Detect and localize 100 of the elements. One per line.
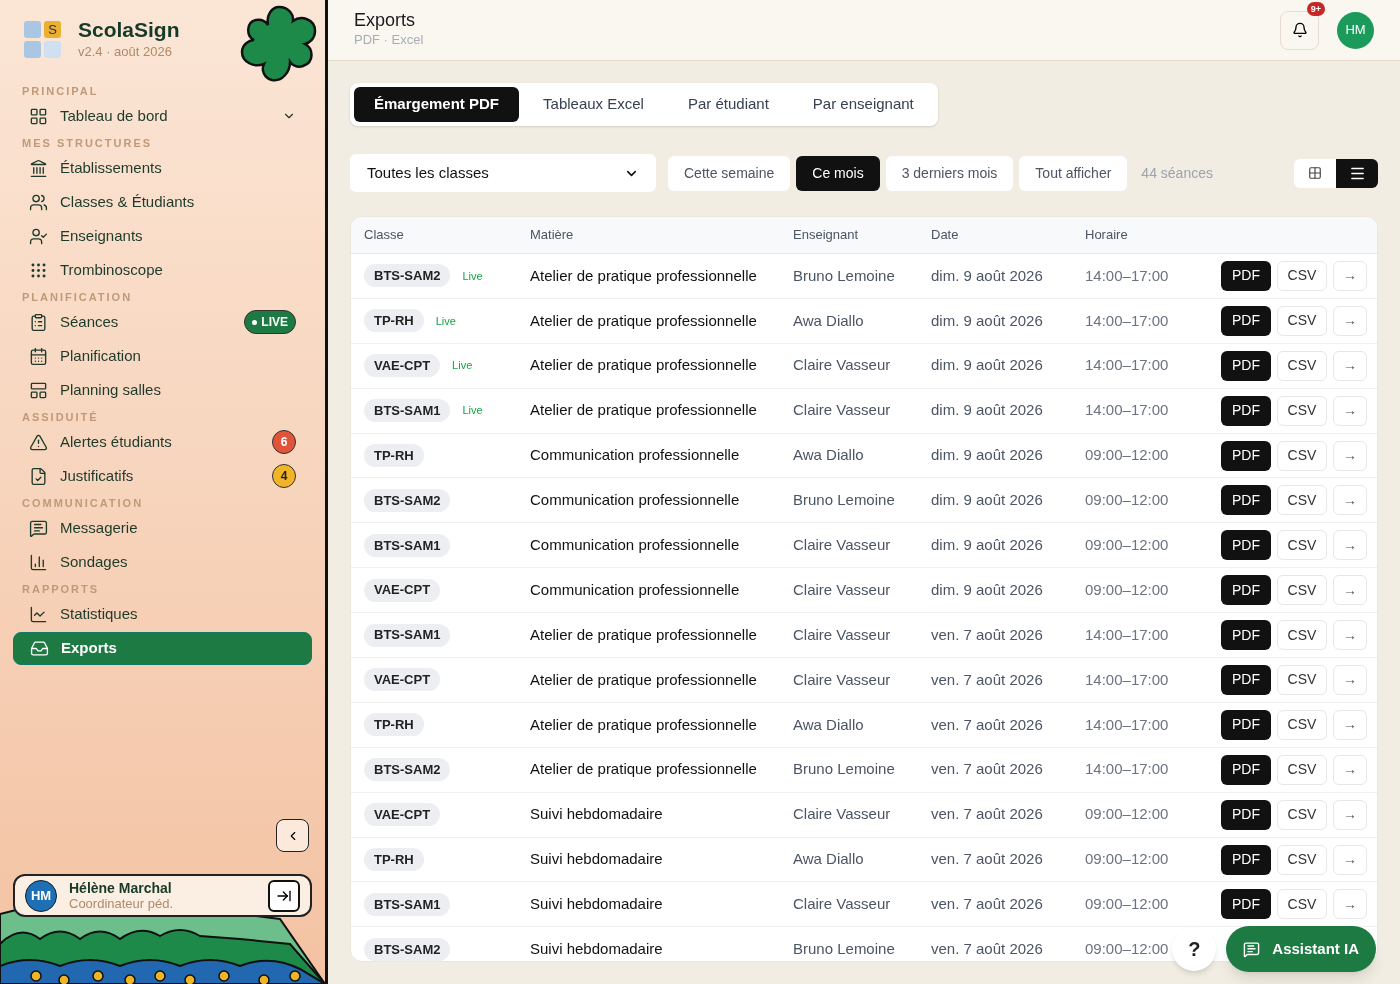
- pdf-button[interactable]: PDF: [1221, 305, 1271, 336]
- nav-label: Trombinoscope: [60, 259, 163, 280]
- nav-item[interactable]: Enseignants: [13, 219, 312, 253]
- table-cell-text: dim. 9 août 2026: [931, 400, 1043, 421]
- nav-item[interactable]: Établissements: [13, 151, 312, 185]
- table-cell-text: 14:00–17:00: [1085, 265, 1169, 286]
- nav-item[interactable]: Alertes étudiants 6: [13, 425, 312, 459]
- class-tag: BTS-SAM1: [364, 892, 451, 916]
- grid-view-button[interactable]: [1294, 158, 1336, 188]
- period-filter[interactable]: Cette semaine: [668, 155, 791, 191]
- nav-item[interactable]: Séances LIVE: [13, 305, 312, 339]
- open-button[interactable]: →: [1333, 620, 1367, 651]
- nav-item[interactable]: Planning salles: [13, 373, 312, 407]
- open-button[interactable]: →: [1333, 889, 1367, 920]
- table-cell-text: 09:00–12:00: [1085, 849, 1169, 870]
- csv-button[interactable]: CSV: [1277, 889, 1327, 920]
- csv-button[interactable]: CSV: [1277, 709, 1327, 740]
- pdf-button[interactable]: PDF: [1221, 754, 1271, 785]
- live-tag: Live: [462, 402, 483, 419]
- csv-button[interactable]: CSV: [1277, 620, 1327, 651]
- pdf-button[interactable]: PDF: [1221, 440, 1271, 471]
- table-cell-text: Communication professionnelle: [530, 445, 740, 466]
- csv-button[interactable]: CSV: [1277, 754, 1327, 785]
- nav-item[interactable]: Planification: [13, 339, 312, 373]
- table-cell-text: 14:00–17:00: [1085, 759, 1169, 780]
- csv-button[interactable]: CSV: [1277, 440, 1327, 471]
- nav-item[interactable]: Trombinoscope: [13, 253, 312, 287]
- pdf-button[interactable]: PDF: [1221, 709, 1271, 740]
- dots-icon: [29, 260, 48, 280]
- pdf-button[interactable]: PDF: [1221, 799, 1271, 830]
- csv-button[interactable]: CSV: [1277, 395, 1327, 426]
- list-view-button[interactable]: [1336, 158, 1378, 188]
- tab[interactable]: Par étudiant: [667, 87, 789, 122]
- nav-item[interactable]: Statistiques: [13, 597, 312, 631]
- table-cell-text: Claire Vasseur: [793, 669, 891, 690]
- nav-label: Tableau de bord: [60, 105, 168, 126]
- nav-label: Justificatifs: [60, 465, 134, 486]
- notifications-button[interactable]: [1280, 10, 1319, 50]
- period-filter[interactable]: 3 derniers mois: [885, 155, 1014, 191]
- nav-item[interactable]: Messagerie: [13, 511, 312, 545]
- open-button[interactable]: →: [1333, 844, 1367, 875]
- section-heading: RAPPORTS: [21, 581, 101, 597]
- open-button[interactable]: →: [1333, 350, 1367, 381]
- assistant-button[interactable]: Assistant IA: [1226, 926, 1376, 972]
- csv-button[interactable]: CSV: [1277, 844, 1327, 875]
- file-check-icon: [29, 466, 48, 486]
- collapse-button[interactable]: [276, 819, 309, 852]
- pdf-button[interactable]: PDF: [1221, 575, 1271, 606]
- line-chart-icon: [29, 604, 48, 624]
- pdf-button[interactable]: PDF: [1221, 350, 1271, 381]
- table-cell-text: 09:00–12:00: [1085, 939, 1169, 960]
- open-button[interactable]: →: [1333, 799, 1367, 830]
- avatar[interactable]: HM: [1337, 11, 1374, 49]
- pdf-button[interactable]: PDF: [1221, 530, 1271, 561]
- period-filter[interactable]: Ce mois: [796, 155, 880, 191]
- open-button[interactable]: →: [1333, 709, 1367, 740]
- class-select[interactable]: Toutes les classes: [350, 154, 656, 192]
- open-button[interactable]: →: [1333, 440, 1367, 471]
- pdf-button[interactable]: PDF: [1221, 664, 1271, 695]
- tab[interactable]: Émargement PDF: [354, 87, 520, 122]
- nav-item[interactable]: Justificatifs 4: [13, 459, 312, 493]
- csv-button[interactable]: CSV: [1277, 575, 1327, 606]
- open-button[interactable]: →: [1333, 260, 1367, 291]
- class-tag: VAE-CPT: [364, 668, 441, 692]
- table-cell-text: ven. 7 août 2026: [931, 804, 1043, 825]
- open-button[interactable]: →: [1333, 530, 1367, 561]
- nav-label: Sondages: [60, 551, 128, 572]
- pdf-button[interactable]: PDF: [1221, 485, 1271, 516]
- open-button[interactable]: →: [1333, 575, 1367, 606]
- open-button[interactable]: →: [1333, 664, 1367, 695]
- pdf-button[interactable]: PDF: [1221, 260, 1271, 291]
- tab[interactable]: Par enseignant: [792, 87, 934, 122]
- nav-item[interactable]: Tableau de bord: [13, 99, 312, 133]
- open-button[interactable]: →: [1333, 485, 1367, 516]
- table-cell-text: Atelier de pratique professionnelle: [530, 400, 757, 421]
- calendar-icon: [29, 346, 48, 366]
- pdf-button[interactable]: PDF: [1221, 620, 1271, 651]
- csv-button[interactable]: CSV: [1277, 664, 1327, 695]
- period-filter[interactable]: Tout afficher: [1019, 155, 1128, 191]
- logout-button[interactable]: [268, 879, 300, 912]
- open-button[interactable]: →: [1333, 395, 1367, 426]
- tab[interactable]: Tableaux Excel: [523, 87, 664, 122]
- table-cell-text: Atelier de pratique professionnelle: [530, 310, 757, 331]
- nav-label: Statistiques: [60, 603, 138, 624]
- csv-button[interactable]: CSV: [1277, 305, 1327, 336]
- csv-button[interactable]: CSV: [1277, 530, 1327, 561]
- open-button[interactable]: →: [1333, 754, 1367, 785]
- nav-item[interactable]: Classes & Étudiants: [13, 185, 312, 219]
- pdf-button[interactable]: PDF: [1221, 889, 1271, 920]
- table-cell-text: Atelier de pratique professionnelle: [530, 759, 757, 780]
- csv-button[interactable]: CSV: [1277, 260, 1327, 291]
- csv-button[interactable]: CSV: [1277, 485, 1327, 516]
- csv-button[interactable]: CSV: [1277, 350, 1327, 381]
- open-button[interactable]: →: [1333, 305, 1367, 336]
- nav-item[interactable]: Sondages: [13, 545, 312, 579]
- csv-button[interactable]: CSV: [1277, 799, 1327, 830]
- pdf-button[interactable]: PDF: [1221, 395, 1271, 426]
- nav-item[interactable]: Exports: [13, 631, 312, 665]
- class-tag: TP-RH: [364, 848, 424, 871]
- pdf-button[interactable]: PDF: [1221, 844, 1271, 875]
